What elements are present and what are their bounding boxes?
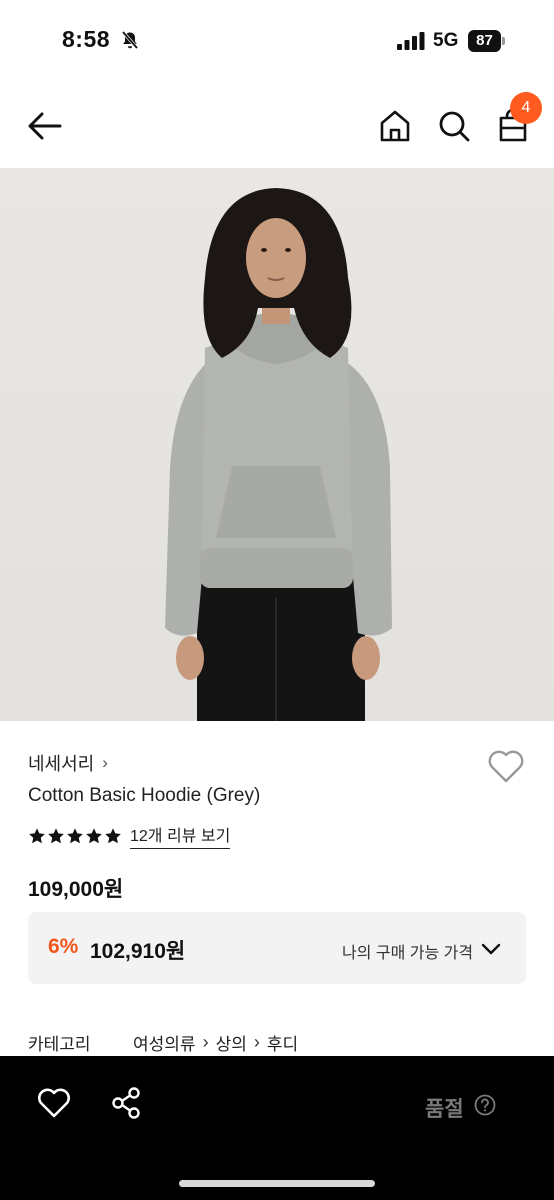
heart-outline-icon[interactable] <box>36 1086 72 1120</box>
battery-cap <box>502 37 505 45</box>
signal-icon <box>397 32 425 50</box>
rating-row: 12개 리뷰 보기 <box>28 822 231 849</box>
category-row: 카테고리 여성의류 › 상의 › 후디 <box>28 1030 298 1055</box>
bottom-action-bar: 품절 <box>0 1056 554 1200</box>
chevron-right-icon: › <box>202 1032 209 1052</box>
bell-slash-icon <box>121 30 139 50</box>
my-price-panel[interactable]: 6% 102,910원 나의 구매 가능 가격 <box>28 912 526 984</box>
category-level-3[interactable]: 후디 <box>267 1030 298 1055</box>
cart-count-badge: 4 <box>510 92 542 124</box>
original-price: 109,000원 <box>28 878 124 901</box>
my-price-label: 나의 구매 가능 가격 <box>342 945 474 962</box>
star-icon <box>48 827 64 843</box>
status-bar: 8:58 5G 87 <box>0 0 554 84</box>
home-indicator <box>179 1180 375 1187</box>
top-nav <box>0 84 554 168</box>
product-photo-illustration <box>165 188 392 721</box>
battery-level: 87 <box>468 30 501 52</box>
star-icon <box>105 827 121 843</box>
category-level-1[interactable]: 여성의류 <box>133 1030 196 1055</box>
product-title: Cotton Basic Hoodie (Grey) <box>28 785 261 806</box>
discount-price: 102,910원 <box>90 940 186 963</box>
category-label: 카테고리 <box>28 1035 91 1054</box>
brand-name: 네세서리 <box>28 754 95 774</box>
home-icon[interactable] <box>378 108 412 144</box>
chevron-right-icon: › <box>102 753 108 772</box>
question-circle-icon[interactable] <box>474 1094 496 1116</box>
star-icon <box>29 827 45 843</box>
network-label: 5G <box>433 30 459 51</box>
battery-indicator: 87 <box>468 30 505 52</box>
review-link[interactable]: 12개 리뷰 보기 <box>130 822 231 849</box>
back-arrow-icon[interactable] <box>26 108 64 144</box>
share-icon[interactable] <box>110 1086 142 1120</box>
category-level-2[interactable]: 상의 <box>216 1030 247 1055</box>
star-icon <box>67 827 83 843</box>
star-rating <box>28 827 122 845</box>
discount-rate: 6% <box>48 935 79 958</box>
chevron-down-icon[interactable] <box>480 938 502 960</box>
brand-link[interactable]: 네세서리 › <box>28 750 108 776</box>
product-photo[interactable] <box>0 168 554 721</box>
chevron-right-icon: › <box>253 1032 260 1052</box>
category-breadcrumb: 여성의류 › 상의 › 후디 <box>133 1030 298 1055</box>
heart-outline-icon[interactable] <box>486 747 526 785</box>
search-icon[interactable] <box>436 108 472 144</box>
star-icon <box>86 827 102 843</box>
status-time: 8:58 <box>62 26 111 52</box>
soldout-label: 품절 <box>425 1098 464 1121</box>
